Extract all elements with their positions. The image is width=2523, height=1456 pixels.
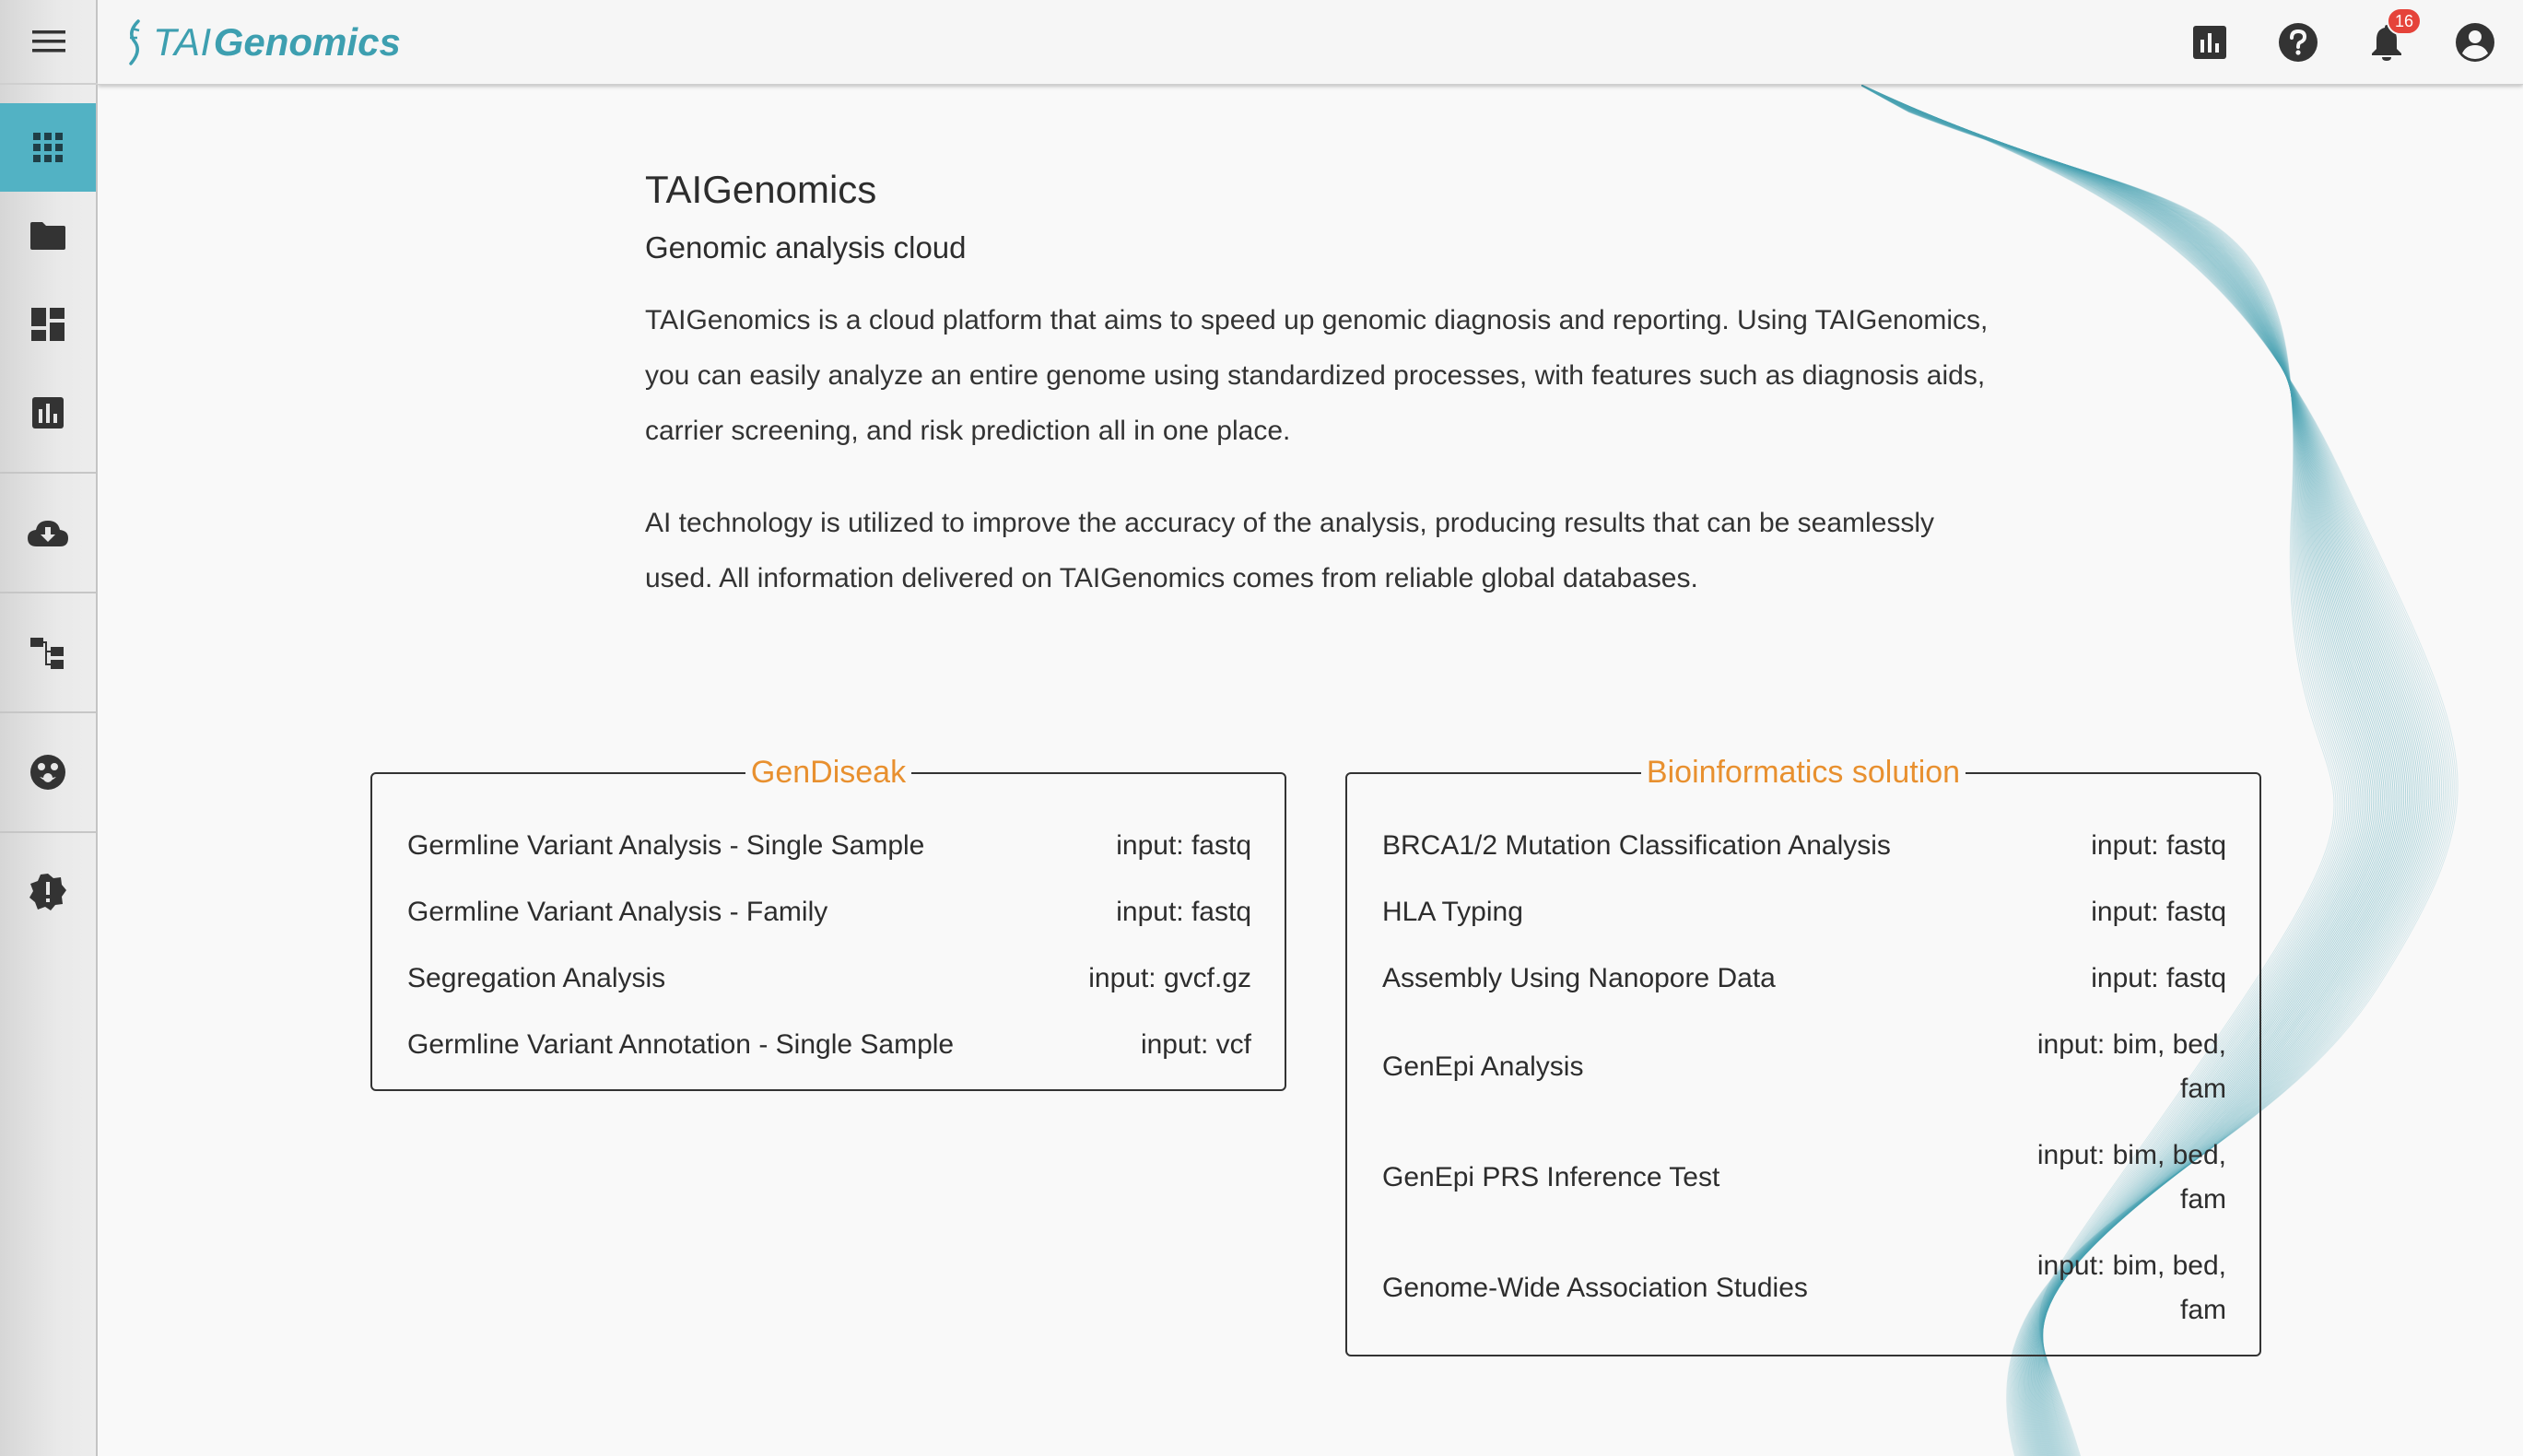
notifications-button[interactable]: 16 [2365,7,2422,65]
bar-chart-icon [2193,26,2226,59]
face-icon [30,755,65,790]
sidebar [0,0,98,1456]
analysis-name: GenEpi Analysis [1382,1051,1584,1082]
help-button[interactable] [2276,20,2320,65]
bioinformatics-group: Bioinformatics solution BRCA1/2 Mutation… [1345,755,2261,1356]
apps-grid-icon [33,133,63,162]
analysis-input-type: input: fastq [2091,897,2226,927]
page-subtitle: Genomic analysis cloud [645,230,967,264]
input-line: input: bim, bed, [2036,1140,2226,1170]
input-line: input: bim, bed, [2036,1029,2226,1060]
top-header: TAI Genomics 16 [98,0,2523,85]
group-title: Bioinformatics solution [1640,755,1966,790]
hierarchy-icon [30,638,64,669]
bar-chart-icon [32,397,64,429]
page-title: TAIGenomics [645,168,877,211]
intro-paragraph: TAIGenomics is a cloud platform that aim… [645,305,1989,446]
account-circle-icon [2456,23,2494,62]
logo-text-suffix: Genomics [213,20,401,64]
hamburger-menu-icon [32,30,65,53]
sidebar-item-files[interactable] [0,192,96,280]
analysis-item[interactable]: Assembly Using Nanopore Data input: fast… [1382,957,2226,1001]
input-line: fam [2179,1184,2226,1215]
analysis-item[interactable]: Germline Variant Analysis - Single Sampl… [407,824,1251,868]
sidebar-item-alerts[interactable] [0,848,96,936]
analytics-button[interactable] [2188,20,2232,65]
analysis-name: HLA Typing [1382,897,1523,927]
analysis-input-type: input: fastq [1116,830,1251,861]
analysis-input-type: input: fastq [2091,963,2226,993]
sidebar-item-download[interactable] [0,488,96,577]
sidebar-divider [0,472,96,474]
sidebar-item-patients[interactable] [0,728,96,816]
input-line: fam [2179,1295,2226,1325]
intro-paragraph: AI technology is utilized to improve the… [645,508,1935,593]
notification-count-badge: 16 [2387,7,2422,35]
menu-toggle-button[interactable] [0,0,98,85]
analysis-name: Segregation Analysis [407,963,666,993]
group-title: GenDiseak [745,755,912,790]
analysis-input-type: input: vcf [1140,1029,1251,1060]
analysis-name: Germline Variant Annotation - Single Sam… [407,1029,955,1060]
analysis-name: GenEpi PRS Inference Test [1382,1162,1720,1192]
analysis-input-type: input: bim, bed, fam [2037,1244,2226,1333]
sidebar-divider [0,711,96,713]
analysis-name: Germline Variant Analysis - Single Sampl… [407,830,925,861]
analysis-item[interactable]: Germline Variant Analysis - Family input… [407,890,1251,934]
alert-badge-icon [29,874,66,910]
analysis-name: Germline Variant Analysis - Family [407,897,828,927]
dashboard-icon [31,308,65,341]
analysis-name: Assembly Using Nanopore Data [1382,963,1776,993]
analysis-input-type: input: gvcf.gz [1088,963,1251,993]
gendiseak-group: GenDiseak Germline Variant Analysis - Si… [370,755,1286,1091]
intro-section: TAIGenomics Genomic analysis cloud TAIGe… [645,157,1990,606]
analysis-input-type: input: fastq [1116,897,1251,927]
analysis-item[interactable]: Genome-Wide Association Studies input: b… [1382,1244,2226,1333]
sidebar-item-reports[interactable] [0,369,96,457]
input-line: fam [2179,1074,2226,1104]
analysis-input-type: input: fastq [2091,830,2226,861]
folder-icon [30,222,65,250]
app-logo[interactable]: TAI Genomics [123,17,401,68]
sidebar-item-dashboard[interactable] [0,280,96,369]
sidebar-item-apps[interactable] [0,103,96,192]
sidebar-divider [0,592,96,593]
cloud-download-icon [28,521,68,546]
analysis-name: Genome-Wide Association Studies [1382,1273,1808,1303]
input-line: input: bim, bed, [2036,1251,2226,1281]
analysis-input-type: input: bim, bed, fam [2037,1133,2226,1222]
analysis-input-type: input: bim, bed, fam [2037,1023,2226,1111]
analysis-item[interactable]: Segregation Analysis input: gvcf.gz [407,957,1251,1001]
analysis-item[interactable]: HLA Typing input: fastq [1382,890,2226,934]
analysis-item[interactable]: GenEpi Analysis input: bim, bed, fam [1382,1023,2226,1111]
account-button[interactable] [2453,20,2497,65]
analysis-item[interactable]: Germline Variant Annotation - Single Sam… [407,1023,1251,1067]
dna-logo-icon [129,19,140,65]
help-icon [2279,23,2318,62]
analysis-item[interactable]: BRCA1/2 Mutation Classification Analysis… [1382,824,2226,868]
sidebar-item-pipelines[interactable] [0,608,96,697]
sidebar-divider [0,831,96,833]
analysis-item[interactable]: GenEpi PRS Inference Test input: bim, be… [1382,1133,2226,1222]
analysis-name: BRCA1/2 Mutation Classification Analysis [1382,830,1891,861]
logo-text-prefix: TAI [153,20,212,64]
